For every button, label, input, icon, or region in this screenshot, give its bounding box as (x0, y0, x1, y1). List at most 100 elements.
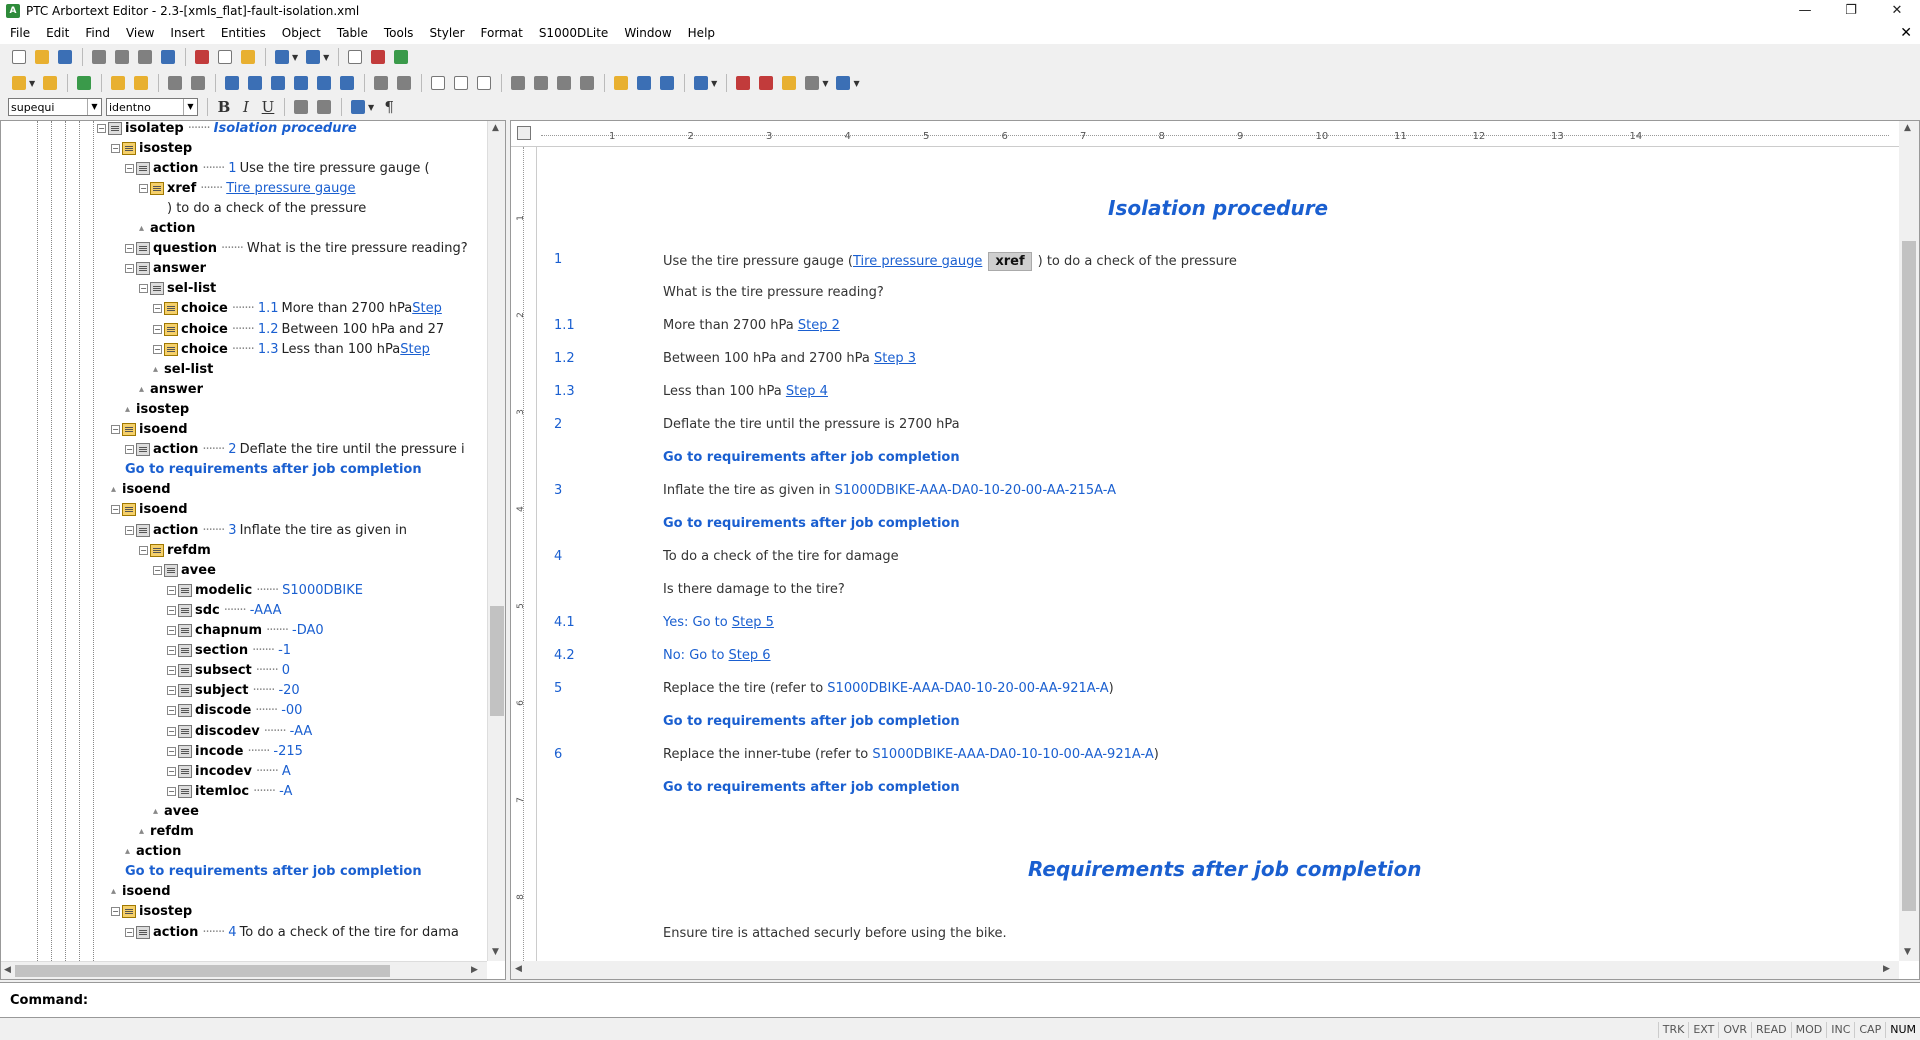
special-character-icon[interactable] (801, 72, 823, 94)
tree-node[interactable]: ▴ avee (153, 801, 199, 821)
tree-node[interactable]: ▴ action (125, 842, 181, 862)
step-link[interactable]: Step 4 (786, 384, 828, 399)
menu-file[interactable]: File (2, 22, 38, 44)
border-middle-icon[interactable] (450, 72, 472, 94)
menu-find[interactable]: Find (77, 22, 118, 44)
merge-icon[interactable] (313, 72, 335, 94)
split-icon[interactable] (130, 72, 152, 94)
tree-hscroll-thumb[interactable] (15, 965, 390, 977)
tree-node-link[interactable]: Tire pressure gauge (226, 181, 355, 196)
menu-window[interactable]: Window (616, 22, 679, 44)
collapse-toggle-icon[interactable]: − (167, 626, 176, 635)
tree-scroll-thumb[interactable] (490, 606, 504, 716)
collapse-toggle-icon[interactable]: − (167, 605, 176, 615)
tree-vertical-scrollbar[interactable]: ▲ ▼ (487, 121, 505, 961)
justify-left-icon[interactable] (507, 72, 529, 94)
collapse-toggle-icon[interactable]: − (125, 927, 134, 937)
dm-reference-link[interactable]: S1000DBIKE-AAA-DA0-10-10-00-AA-921A-A (872, 747, 1153, 762)
collapse-toggle-icon[interactable]: − (167, 666, 176, 676)
menu-format[interactable]: Format (473, 22, 531, 44)
save-icon[interactable] (54, 46, 76, 68)
open-folder-icon[interactable] (31, 46, 53, 68)
chevron-down-icon[interactable]: ▼ (87, 99, 101, 115)
tree-node[interactable]: ▴ sel-list (153, 359, 213, 379)
tree-node[interactable]: Go to requirements after job completion (125, 862, 422, 882)
paste-icon[interactable] (237, 46, 259, 68)
menu-entities[interactable]: Entities (213, 22, 274, 44)
tree-node[interactable]: − action ······· 4 To do a check of the tire… (125, 922, 459, 942)
undo-icon[interactable] (271, 46, 293, 68)
border-top-icon[interactable] (427, 72, 449, 94)
collapse-toggle-icon[interactable]: − (125, 264, 134, 274)
scroll-right-icon[interactable]: ▶ (471, 965, 478, 975)
tree-node[interactable]: − isostep (111, 902, 192, 922)
menu-table[interactable]: Table (329, 22, 376, 44)
step-link[interactable]: Step 3 (874, 351, 916, 366)
document-horizontal-scrollbar[interactable]: ◀ ▶ (511, 961, 1899, 979)
collapse-toggle-icon[interactable]: − (125, 163, 134, 173)
collapse-toggle-icon[interactable]: − (111, 143, 120, 153)
justify-center-icon[interactable] (530, 72, 552, 94)
equation-icon[interactable] (390, 46, 412, 68)
font-larger-icon[interactable] (164, 72, 186, 94)
tree-node-link[interactable]: Step (400, 342, 430, 357)
collapse-toggle-icon[interactable]: − (139, 284, 148, 294)
collapse-toggle-icon[interactable]: − (167, 646, 176, 656)
row-delete-icon[interactable] (393, 72, 415, 94)
tree-horizontal-scrollbar[interactable]: ◀ ▶ (1, 961, 487, 979)
link-icon[interactable] (633, 72, 655, 94)
tree-node[interactable]: ▴ action (139, 219, 195, 239)
command-input[interactable] (98, 990, 1899, 1010)
collapse-toggle-icon[interactable]: − (167, 585, 176, 595)
split-cell-icon[interactable] (336, 72, 358, 94)
frame-icon[interactable] (610, 72, 632, 94)
menu-object[interactable]: Object (274, 22, 329, 44)
document-vertical-scrollbar[interactable]: ▲ ▼ (1899, 121, 1919, 961)
menu-view[interactable]: View (118, 22, 162, 44)
tree-node-link[interactable]: Step (412, 301, 442, 316)
tree-node[interactable]: − discodev ······· -AA (167, 721, 312, 741)
collapse-toggle-icon[interactable]: − (153, 324, 162, 334)
indent-icon[interactable] (347, 96, 369, 118)
document-scroll-thumb[interactable] (1902, 241, 1916, 911)
bulleted-list-icon[interactable] (313, 96, 335, 118)
collapse-toggle-icon[interactable]: − (153, 304, 162, 314)
collapse-toggle-icon[interactable]: − (125, 244, 134, 254)
print-preview-icon[interactable] (111, 46, 133, 68)
align-right-icon[interactable] (267, 72, 289, 94)
scroll-down-icon[interactable]: ▼ (492, 947, 499, 957)
xref-tag[interactable]: xref (988, 252, 1032, 271)
collapse-toggle-icon[interactable]: − (125, 525, 134, 535)
columns-icon[interactable] (290, 72, 312, 94)
collapse-toggle-icon[interactable]: − (153, 565, 162, 575)
go-to-requirements-link[interactable]: Go to requirements after job completion (663, 714, 960, 729)
tree-node[interactable]: − subsect ······· 0 (167, 661, 290, 681)
tree-node[interactable]: − isoend (111, 500, 188, 520)
collapse-toggle-icon[interactable]: − (111, 505, 120, 515)
collapse-toggle-icon[interactable]: − (111, 907, 120, 917)
modify-attributes-icon[interactable] (107, 72, 129, 94)
collapse-toggle-icon[interactable]: − (167, 706, 176, 716)
menu-styler[interactable]: Styler (421, 22, 472, 44)
tree-node[interactable]: − isoend (111, 420, 188, 440)
tree-node[interactable]: Go to requirements after job completion (125, 460, 422, 480)
tree-node[interactable]: − isolatep ······· Isolation procedure (97, 121, 357, 138)
redo-icon[interactable] (302, 46, 324, 68)
menu-edit[interactable]: Edit (38, 22, 77, 44)
entity-icon[interactable] (732, 72, 754, 94)
restore-button[interactable]: ❐ (1828, 0, 1874, 22)
tree-node[interactable]: − chapnum ······· -DA0 (167, 621, 324, 641)
menu-tools[interactable]: Tools (376, 22, 422, 44)
align-center-icon[interactable] (244, 72, 266, 94)
tree-node[interactable]: − avee (153, 560, 216, 580)
dm-reference-link[interactable]: S1000DBIKE-AAA-DA0-10-20-00-AA-215A-A (835, 483, 1116, 498)
scroll-right-icon[interactable]: ▶ (1883, 964, 1890, 974)
align-left-icon[interactable] (221, 72, 243, 94)
text-style-icon[interactable] (656, 72, 678, 94)
collapse-toggle-icon[interactable]: − (111, 425, 120, 434)
menu-help[interactable]: Help (680, 22, 723, 44)
justify-right-icon[interactable] (553, 72, 575, 94)
tree-node[interactable]: − sel-list (139, 279, 216, 299)
fill-color-icon[interactable] (690, 72, 712, 94)
collapse-toggle-icon[interactable]: − (167, 746, 176, 756)
